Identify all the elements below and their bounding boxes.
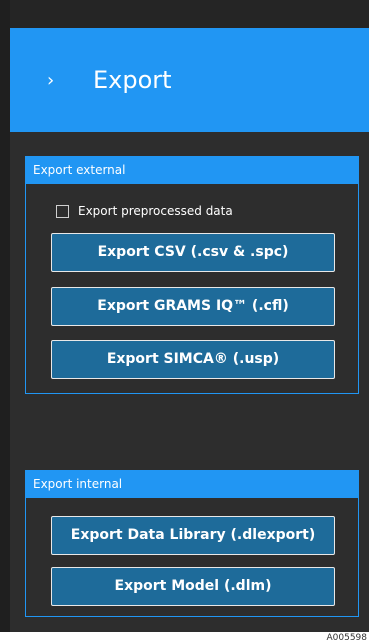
- export-panel: › Export Export external Export preproce…: [0, 0, 369, 632]
- export-external-group: Export external Export preprocessed data…: [25, 156, 359, 394]
- export-preprocessed-checkbox-row[interactable]: Export preprocessed data: [56, 204, 233, 218]
- left-edge-strip: [0, 0, 10, 632]
- export-internal-group: Export internal Export Data Library (.dl…: [25, 470, 359, 617]
- export-external-header: Export external: [26, 157, 358, 184]
- top-bar: [10, 0, 369, 28]
- export-simca-button[interactable]: Export SIMCA® (.usp): [51, 340, 335, 379]
- export-csv-button[interactable]: Export CSV (.csv & .spc): [51, 233, 335, 272]
- export-grams-button[interactable]: Export GRAMS IQ™ (.cfl): [51, 287, 335, 326]
- export-header: › Export: [10, 28, 369, 132]
- export-preprocessed-checkbox[interactable]: [56, 204, 69, 218]
- export-internal-header: Export internal: [26, 471, 358, 498]
- chevron-right-icon[interactable]: ›: [47, 72, 54, 90]
- export-data-library-button[interactable]: Export Data Library (.dlexport): [51, 516, 335, 555]
- export-model-button[interactable]: Export Model (.dlm): [51, 567, 335, 606]
- document-id-label: A005598: [326, 633, 367, 643]
- page-title: Export: [93, 66, 172, 94]
- export-preprocessed-label: Export preprocessed data: [78, 204, 233, 218]
